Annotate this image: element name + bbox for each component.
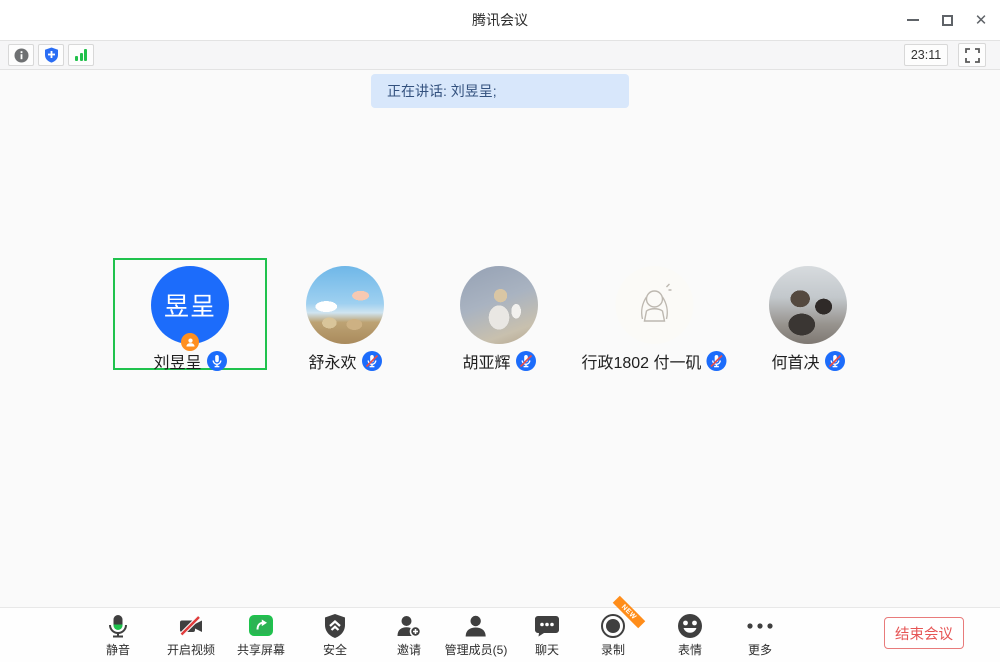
microphone-icon bbox=[105, 613, 131, 639]
share-screen-button[interactable]: 共享屏幕 bbox=[237, 612, 285, 658]
close-icon: ✕ bbox=[975, 13, 988, 28]
start-video-label: 开启视频 bbox=[167, 641, 215, 658]
meeting-timer: 23:11 bbox=[904, 44, 948, 66]
meeting-info-button[interactable] bbox=[8, 44, 34, 66]
avatar: 昱呈 bbox=[151, 266, 229, 344]
close-button[interactable]: ✕ bbox=[972, 11, 990, 29]
invite-label: 邀请 bbox=[397, 641, 421, 658]
share-screen-icon bbox=[248, 613, 274, 639]
participant-name: 行政1802 付一矶 bbox=[581, 349, 701, 373]
mic-muted-icon bbox=[707, 351, 727, 371]
avatar bbox=[615, 266, 693, 344]
start-video-button[interactable]: 开启视频 bbox=[167, 612, 215, 658]
network-quality-button[interactable] bbox=[68, 44, 94, 66]
emoji-label: 表情 bbox=[678, 641, 702, 658]
invite-button[interactable]: 邀请 bbox=[396, 612, 423, 658]
participant-tile[interactable]: 何首决 bbox=[769, 266, 847, 373]
top-toolbar: 23:11 bbox=[0, 40, 1000, 70]
mic-muted-icon bbox=[362, 351, 382, 371]
network-signal-icon bbox=[75, 49, 87, 61]
security-shield-icon bbox=[323, 613, 347, 639]
more-label: 更多 bbox=[748, 641, 772, 658]
share-screen-label: 共享屏幕 bbox=[237, 641, 285, 658]
chat-button[interactable]: 聊天 bbox=[534, 612, 560, 658]
active-speaker-highlight: 昱呈 刘昱呈 bbox=[113, 258, 267, 370]
shield-icon bbox=[44, 47, 59, 63]
mic-muted-icon bbox=[825, 351, 845, 371]
info-icon bbox=[14, 48, 29, 63]
participant-name: 刘昱呈 bbox=[153, 349, 201, 373]
smiley-icon bbox=[677, 613, 703, 639]
avatar bbox=[460, 266, 538, 344]
active-speaker-text: 正在讲话: 刘昱呈; bbox=[387, 81, 497, 101]
end-meeting-button[interactable]: 结束会议 bbox=[884, 617, 964, 649]
participant-tile[interactable]: 舒永欢 bbox=[306, 266, 384, 373]
mute-button[interactable]: 静音 bbox=[105, 612, 131, 658]
emoji-button[interactable]: 表情 bbox=[677, 612, 703, 658]
window-controls: ✕ bbox=[904, 0, 990, 40]
invite-person-icon bbox=[396, 613, 423, 639]
chat-bubble-icon bbox=[534, 613, 560, 639]
participant-tile[interactable]: 胡亚辉 bbox=[460, 266, 538, 373]
record-icon bbox=[600, 613, 626, 639]
avatar-image bbox=[306, 266, 384, 344]
meeting-window: 腾讯会议 ✕ 23:11 bbox=[0, 0, 1000, 662]
participant-name: 何首决 bbox=[771, 349, 819, 373]
chat-label: 聊天 bbox=[535, 641, 559, 658]
mute-label: 静音 bbox=[106, 641, 130, 658]
fullscreen-button[interactable] bbox=[958, 43, 986, 67]
more-dots-icon bbox=[745, 613, 775, 639]
record-label: 录制 bbox=[601, 641, 625, 658]
avatar-image bbox=[460, 266, 538, 344]
security-button[interactable]: 安全 bbox=[323, 612, 347, 658]
avatar bbox=[769, 266, 847, 344]
maximize-button[interactable] bbox=[938, 11, 956, 29]
participant-tile[interactable]: 行政1802 付一矶 bbox=[581, 266, 726, 373]
title-bar: 腾讯会议 ✕ bbox=[0, 0, 1000, 40]
mic-muted-icon bbox=[516, 351, 536, 371]
minimize-button[interactable] bbox=[904, 11, 922, 29]
fullscreen-icon bbox=[965, 48, 980, 63]
avatar bbox=[306, 266, 384, 344]
avatar-image bbox=[615, 266, 693, 344]
manage-members-button[interactable]: 管理成员(5) bbox=[445, 612, 508, 658]
participant-tile[interactable]: 昱呈 刘昱呈 bbox=[151, 266, 229, 373]
host-badge-icon bbox=[181, 333, 199, 351]
avatar-image bbox=[769, 266, 847, 344]
security-status-button[interactable] bbox=[38, 44, 64, 66]
participant-name: 舒永欢 bbox=[308, 349, 356, 373]
record-button[interactable]: NEW 录制 bbox=[600, 612, 626, 658]
window-title: 腾讯会议 bbox=[0, 0, 1000, 40]
bottom-toolbar: 静音 开启视频 共享屏幕 bbox=[0, 607, 1000, 662]
participant-name: 胡亚辉 bbox=[462, 349, 510, 373]
active-speaker-banner: 正在讲话: 刘昱呈; bbox=[371, 74, 629, 108]
manage-members-label: 管理成员(5) bbox=[445, 641, 508, 658]
security-label: 安全 bbox=[323, 641, 347, 658]
more-button[interactable]: 更多 bbox=[745, 612, 775, 658]
minimize-icon bbox=[907, 19, 919, 21]
members-icon bbox=[463, 613, 489, 639]
maximize-icon bbox=[942, 15, 953, 26]
mic-on-icon bbox=[207, 351, 227, 371]
camera-off-icon bbox=[178, 613, 204, 639]
